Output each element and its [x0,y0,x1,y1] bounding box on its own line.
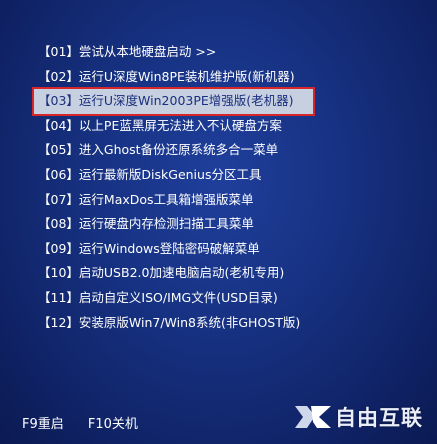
menu-item-03-selected[interactable]: 【03】运行U深度Win2003PE增强版(老机器) [32,87,315,116]
boot-menu: 【01】尝试从本地硬盘启动 >> 【02】运行U深度Win8PE装机维护版(新机… [32,40,346,336]
menu-item-07[interactable]: 【07】运行MaxDos工具箱增强版菜单 [36,188,346,213]
menu-item-06[interactable]: 【06】运行最新版DiskGenius分区工具 [36,163,346,188]
menu-item-11[interactable]: 【11】启动自定义ISO/IMG文件(USD目录) [36,286,346,311]
menu-item-09[interactable]: 【09】运行Windows登陆密码破解菜单 [36,237,346,262]
watermark: 自由互联 [293,402,423,432]
f10-shutdown-hotkey[interactable]: F10关机 [88,417,138,432]
f9-restart-hotkey[interactable]: F9重启 [22,417,64,432]
watermark-text: 自由互联 [335,406,423,430]
menu-item-12[interactable]: 【12】安装原版Win7/Win8系统(非GHOST版) [36,311,346,336]
menu-item-01[interactable]: 【01】尝试从本地硬盘启动 >> [36,40,346,65]
menu-item-05[interactable]: 【05】进入Ghost备份还原系统多合一菜单 [36,138,346,163]
menu-item-02[interactable]: 【02】运行U深度Win8PE装机维护版(新机器) [36,65,346,90]
hotkey-bar: F9重启 F10关机 [22,413,158,432]
menu-item-04[interactable]: 【04】以上PE蓝黑屏无法进入不认硬盘方案 [36,114,346,139]
menu-item-10[interactable]: 【10】启动USB2.0加速电脑启动(老机专用) [36,261,346,286]
menu-item-08[interactable]: 【08】运行硬盘内存检测扫描工具菜单 [36,212,346,237]
x-logo-icon [295,406,331,428]
